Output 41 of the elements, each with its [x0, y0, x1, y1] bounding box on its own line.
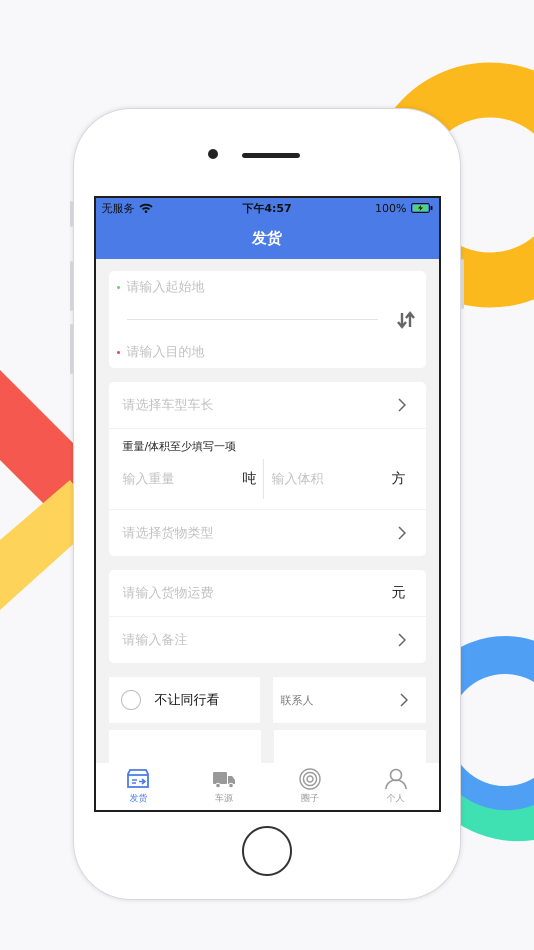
concentric-circles-icon — [298, 768, 322, 790]
tab[interactable]: 个人 — [352, 763, 438, 810]
placeholder-text: 请选择货物类型 — [122, 525, 214, 542]
chevron-icon — [398, 633, 406, 647]
chevron-icon — [400, 693, 408, 707]
input-field[interactable]: 请输入起始地 — [126, 280, 388, 294]
placeholder-text: 请选择车型车长 — [122, 397, 214, 414]
speaker-grille — [242, 153, 300, 158]
chevron-icon — [398, 526, 406, 540]
unit-label: 吨 — [242, 470, 256, 488]
battery-icon — [410, 203, 432, 213]
home-button[interactable] — [242, 826, 292, 876]
swap-icon[interactable] — [396, 310, 416, 330]
battery-percent: 100% — [375, 202, 406, 214]
contact-selector[interactable]: 联系人 — [272, 677, 426, 723]
page-title: 发货 — [252, 229, 282, 248]
option-label: 不让同行看 — [154, 692, 220, 709]
chevron-icon — [398, 398, 406, 412]
clock-text: 下午4:57 — [242, 200, 292, 216]
vehicle-selector[interactable]: 请选择车型车长 — [108, 382, 426, 428]
person-icon — [384, 768, 408, 790]
tab[interactable]: 车源 — [181, 763, 267, 810]
box-icon — [126, 768, 150, 790]
carrier-text: 无服务 — [102, 200, 134, 216]
input-field[interactable]: 输入重量 — [122, 472, 222, 486]
wifi-icon — [138, 203, 152, 213]
camera-icon — [208, 149, 218, 159]
unit-label: 元 — [392, 584, 406, 602]
checkbox-option[interactable]: 不让同行看 — [108, 677, 260, 723]
unit-label: 方 — [392, 470, 406, 488]
input-field[interactable]: 请输入货物运费 — [122, 586, 392, 600]
radio-button[interactable] — [120, 690, 140, 710]
contact-label: 联系人 — [280, 692, 314, 708]
input-field[interactable]: 请输入目的地 — [126, 344, 388, 360]
cargo-type-selector[interactable]: 请选择货物类型 — [108, 509, 426, 556]
tab[interactable]: 圈子 — [267, 763, 353, 810]
remark-selector[interactable]: 请输入备注 — [108, 616, 426, 663]
tab[interactable]: 发货 — [96, 763, 182, 810]
hint-text: 重量/体积至少填写一项 — [122, 440, 236, 453]
input-field[interactable]: 输入体积 — [272, 472, 372, 486]
placeholder-text: 请输入备注 — [122, 632, 188, 649]
